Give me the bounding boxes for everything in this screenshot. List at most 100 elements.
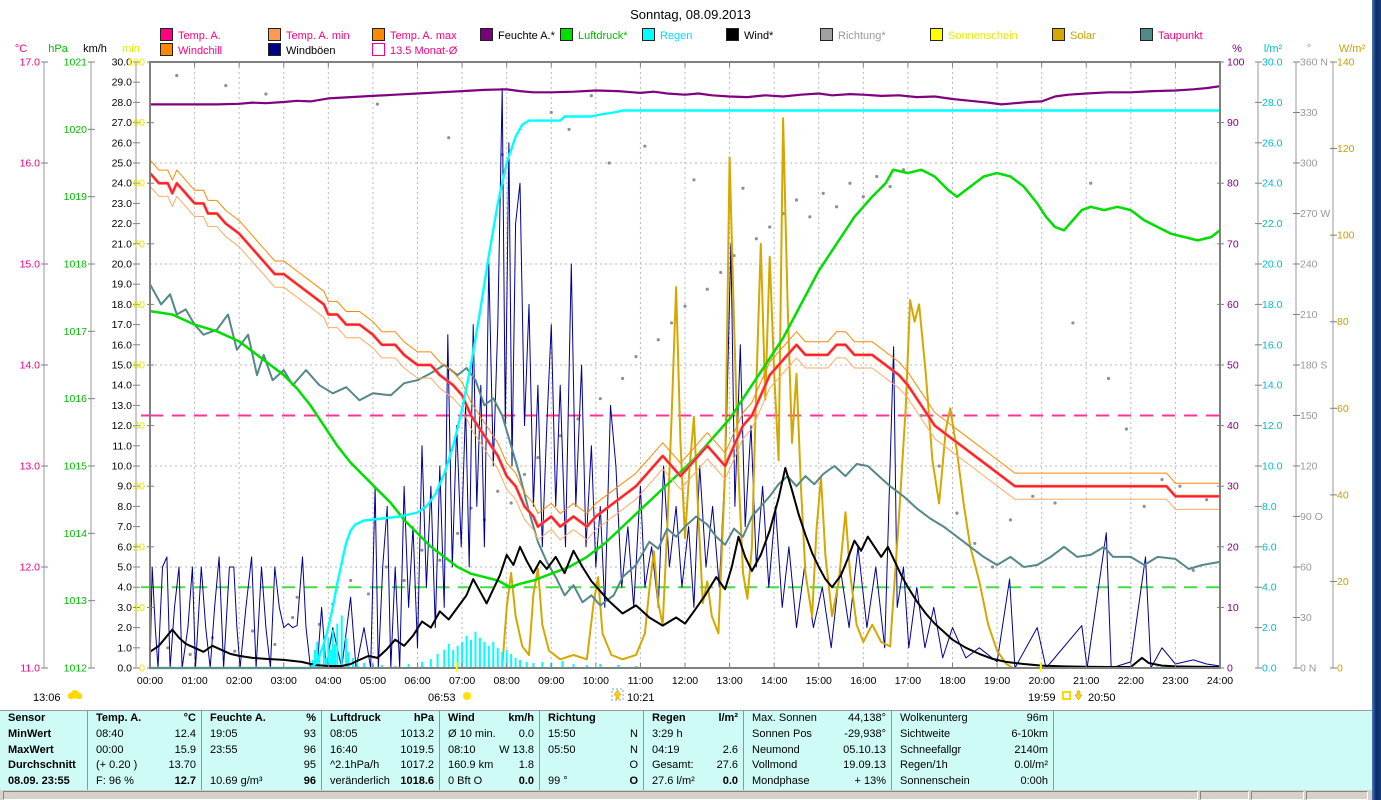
tick-label-deg: 300	[1300, 158, 1318, 170]
tick-label-min: 80	[133, 178, 145, 190]
table-row: Luftdruck hPa	[322, 711, 439, 727]
time-label: 12:00	[672, 675, 698, 687]
cell-label: 08:05	[330, 727, 358, 740]
tick-label-deg: 150	[1300, 410, 1318, 422]
cell-value: 93	[303, 727, 316, 740]
table-row: 15:50 N	[540, 727, 643, 743]
tick-label-deg: 270 W	[1300, 208, 1330, 220]
tick-label-lm2: 16.0	[1262, 339, 1283, 351]
cell-label: Sensor	[8, 712, 46, 724]
table-row: Regen l/m²	[644, 711, 743, 727]
time-label: 10:00	[583, 675, 609, 687]
tick-label-min: 70	[133, 238, 145, 250]
cell-label	[540, 758, 548, 774]
table-row: veränderlich 1018.6	[322, 774, 439, 790]
tick-label-hpa: 1015	[64, 461, 88, 473]
axis-unit-min: min	[122, 43, 140, 55]
time-label: 15:00	[806, 675, 832, 687]
cell-value: 0:00h	[1020, 775, 1048, 788]
moonrise-icon	[611, 688, 624, 701]
table-row: Regen/1h 0.0l/m²	[892, 758, 1053, 774]
table-row: Sonnen Pos -29,938°	[744, 727, 891, 743]
table-row: 3:29 h	[644, 727, 743, 743]
tick-label-pct: 100	[1227, 57, 1245, 69]
cell-value: 1013.2	[400, 727, 434, 740]
axis-unit-l/m²: l/m²	[1264, 43, 1283, 55]
cell-label: 3:29 h	[652, 727, 683, 740]
tick-label-kmh: 13.0	[112, 400, 133, 412]
table-col-Luftdruck: Luftdruck hPa 08:05 1013.2 16:40 1019.5 ^2.1hP…	[322, 711, 440, 791]
table-row: MinWert	[0, 727, 87, 743]
tick-label-lm2: 22.0	[1262, 218, 1283, 230]
tick-label-kmh: 11.0	[112, 440, 132, 452]
cell-label: Mondphase	[752, 775, 810, 788]
tick-label-kmh: 8.0	[117, 501, 132, 513]
cell-label: Regen	[652, 712, 686, 724]
cell-value: 1019.5	[400, 743, 434, 756]
tick-label-pct: 50	[1227, 360, 1239, 372]
time-label: 20:00	[1029, 675, 1055, 687]
cell-label: 160.9 km	[448, 759, 494, 772]
weather-day-chart: 17.016.015.014.013.012.011.0102110201019…	[15, 43, 1366, 704]
table-row: 16:40 1019.5	[322, 743, 439, 759]
cell-label: Neumond	[752, 743, 800, 756]
tick-label-kmh: 2.0	[117, 622, 132, 634]
tick-label-kmh: 5.0	[117, 562, 132, 574]
table-row: Ø 10 min. 0.0	[440, 727, 539, 743]
marker-time: 10:21	[627, 692, 655, 704]
cell-label: 16:40	[330, 743, 358, 756]
cell-label: Vollmond	[752, 759, 798, 772]
tick-label-wm2: 140	[1337, 57, 1355, 69]
time-label: 18:00	[939, 675, 965, 687]
cell-label	[202, 758, 210, 774]
tick-label-min: 40	[133, 420, 145, 432]
window-edge	[1372, 0, 1381, 800]
time-label: 08:00	[494, 675, 520, 687]
cell-value: 96	[303, 775, 316, 788]
cell-label: 08:10	[448, 743, 476, 756]
tick-label-pct: 60	[1227, 299, 1239, 311]
tick-label-kmh: 17.0	[112, 319, 133, 331]
tick-label-kmh: 10.0	[112, 461, 133, 473]
cell-value: 15.9	[174, 743, 196, 756]
cell-label: Sichtweite	[900, 727, 951, 740]
table-row: Gesamt: 27.6	[644, 758, 743, 774]
time-label: 06:00	[404, 675, 430, 687]
table-row: Sichtweite 6-10km	[892, 727, 1053, 743]
cell-value: 05.10.13	[843, 743, 886, 756]
tick-label-temp: 17.0	[20, 57, 41, 69]
table-row: Wind km/h	[440, 711, 539, 727]
cell-label: Sonnenschein	[900, 775, 970, 788]
tick-label-kmh: 25.0	[112, 158, 133, 170]
cell-label: Gesamt:	[652, 759, 694, 772]
tick-label-kmh: 6.0	[117, 541, 132, 553]
tick-label-min: 30	[133, 481, 145, 493]
time-label: 13:00	[716, 675, 742, 687]
tick-label-lm2: 0.0	[1262, 663, 1277, 675]
cell-label: 19:05	[210, 727, 238, 740]
tick-label-lm2: 30.0	[1262, 57, 1283, 69]
tick-label-min: 100	[127, 57, 145, 69]
tick-label-pct: 0	[1227, 663, 1233, 675]
cell-label: 10.69 g/m³	[210, 775, 263, 788]
table-row: Neumond 05.10.13	[744, 743, 891, 759]
table-row: Temp. A. °C	[88, 711, 201, 727]
table-row: 10.69 g/m³ 96	[202, 774, 321, 790]
tick-label-temp: 11.0	[20, 663, 40, 675]
tick-label-min: 50	[133, 360, 145, 372]
tick-label-wm2: 80	[1337, 316, 1349, 328]
tick-label-deg: 90 O	[1300, 511, 1323, 523]
cell-value	[82, 758, 87, 774]
cell-label: 27.6 l/m²	[652, 775, 695, 788]
moonset-icon	[1074, 690, 1083, 701]
tick-label-lm2: 24.0	[1262, 178, 1283, 190]
tick-label-temp: 12.0	[20, 562, 41, 574]
tick-label-hpa: 1013	[64, 595, 88, 607]
cell-label: ^2.1hPa/h	[330, 759, 380, 772]
tick-label-hpa: 1021	[64, 57, 88, 69]
statistics-table: Sensor MinWert MaxWert Durchschnitt 08.09. 2…	[0, 710, 1372, 792]
table-row: Wolkenunterg 96m	[892, 711, 1053, 727]
tick-label-kmh: 16.0	[112, 339, 133, 351]
table-row: 95	[202, 758, 321, 774]
tick-label-lm2: 28.0	[1262, 97, 1283, 109]
